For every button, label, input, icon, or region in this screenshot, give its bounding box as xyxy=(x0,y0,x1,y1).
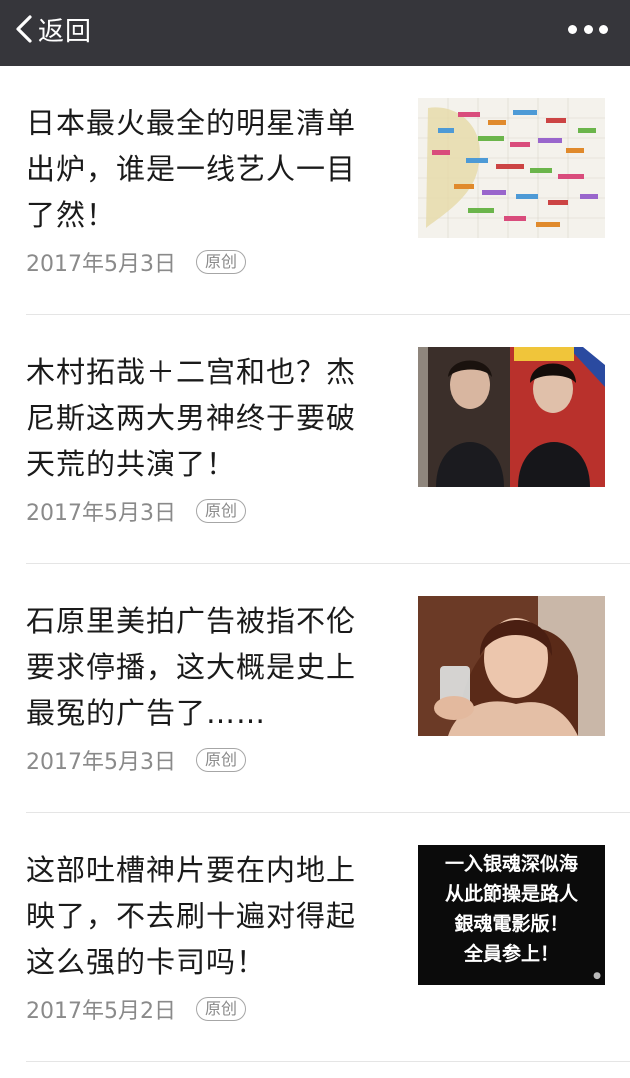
article-item[interactable]: 木村拓哉＋二宫和也？杰尼斯这两大男神终于要破天荒的共演了！ 2017年5月3日 … xyxy=(0,315,630,564)
article-meta: 2017年5月3日 原创 xyxy=(26,744,246,776)
article-item[interactable]: 这部吐槽神片要在内地上映了，不去刷十遍对得起这么强的卡司吗！ 一入银魂深似海 从… xyxy=(0,813,630,1062)
actress-toast-thumbnail[interactable] xyxy=(418,596,605,736)
article-title[interactable]: 这部吐槽神片要在内地上映了，不去刷十遍对得起这么强的卡司吗！ xyxy=(26,847,371,985)
article-title[interactable]: 木村拓哉＋二宫和也？杰尼斯这两大男神终于要破天荒的共演了！ xyxy=(26,349,371,487)
poster-line: 全員参上！ xyxy=(463,943,559,965)
divider xyxy=(26,1061,630,1062)
top-navigation-bar: 返回 xyxy=(0,0,630,66)
celebrity-chart-thumbnail[interactable] xyxy=(418,98,605,238)
two-actors-thumbnail[interactable] xyxy=(418,347,605,487)
article-meta: 2017年5月3日 原创 xyxy=(26,246,246,278)
article-date: 2017年5月3日 xyxy=(26,501,176,526)
more-horizontal-icon[interactable] xyxy=(568,18,608,40)
original-badge: 原创 xyxy=(195,748,246,772)
article-list: 日本最火最全的明星清单出炉，谁是一线艺人一目了然！ 2017年5月3日 原创 木… xyxy=(0,66,630,1062)
article-meta: 2017年5月3日 原创 xyxy=(26,495,246,527)
watermark-icon: ● xyxy=(593,971,601,981)
back-button[interactable]: 返回 xyxy=(14,0,92,58)
calligraphy-poster-thumbnail[interactable]: 一入银魂深似海 从此節操是路人 銀魂電影版！ 全員参上！ ● xyxy=(418,845,605,985)
article-date: 2017年5月3日 xyxy=(26,252,176,277)
poster-line: 从此節操是路人 xyxy=(444,883,578,905)
chevron-left-icon xyxy=(16,15,32,43)
article-date: 2017年5月3日 xyxy=(26,750,176,775)
article-title[interactable]: 日本最火最全的明星清单出炉，谁是一线艺人一目了然！ xyxy=(26,100,371,238)
article-item[interactable]: 日本最火最全的明星清单出炉，谁是一线艺人一目了然！ 2017年5月3日 原创 xyxy=(0,66,630,315)
original-badge: 原创 xyxy=(195,250,246,274)
article-date: 2017年5月2日 xyxy=(26,999,176,1024)
article-meta: 2017年5月2日 原创 xyxy=(26,993,246,1025)
article-title[interactable]: 石原里美拍广告被指不伦要求停播，这大概是史上最冤的广告了…… xyxy=(26,598,371,736)
poster-line: 一入银魂深似海 xyxy=(444,853,578,875)
back-label: 返回 xyxy=(38,16,93,47)
original-badge: 原创 xyxy=(195,997,246,1021)
article-item[interactable]: 石原里美拍广告被指不伦要求停播，这大概是史上最冤的广告了…… 2017年5月3日… xyxy=(0,564,630,813)
poster-line: 銀魂電影版！ xyxy=(454,913,569,935)
original-badge: 原创 xyxy=(195,499,246,523)
poster-text: 一入银魂深似海 从此節操是路人 銀魂電影版！ 全員参上！ xyxy=(418,845,605,969)
